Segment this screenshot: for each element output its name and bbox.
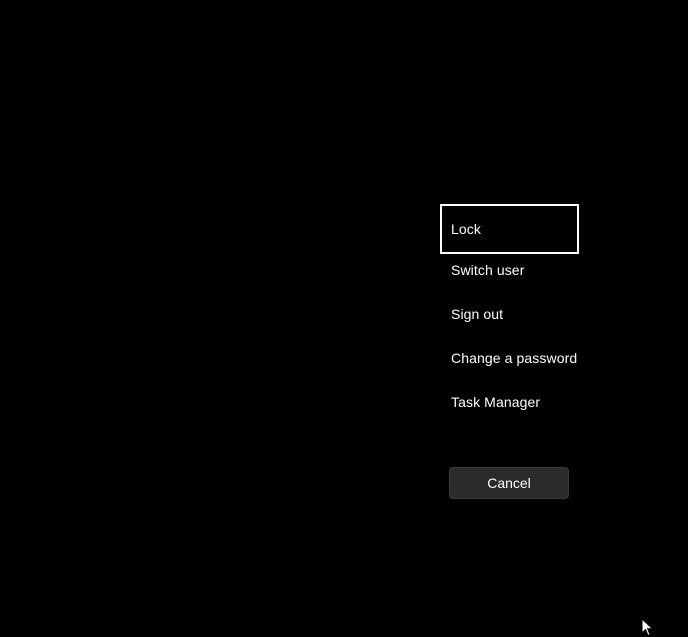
switch-user-option[interactable]: Switch user <box>440 248 579 292</box>
task-manager-option[interactable]: Task Manager <box>440 380 579 424</box>
ctrl-alt-del-screen: Lock Switch user Sign out Change a passw… <box>0 0 688 637</box>
change-password-option-label: Change a password <box>451 350 578 366</box>
sign-out-option[interactable]: Sign out <box>440 292 579 336</box>
mouse-pointer-icon <box>641 618 654 637</box>
sign-out-option-label: Sign out <box>451 306 504 322</box>
switch-user-option-label: Switch user <box>451 262 525 278</box>
lock-option-label: Lock <box>451 221 481 237</box>
cancel-button-label: Cancel <box>487 475 531 491</box>
security-options-menu: Lock Switch user Sign out Change a passw… <box>440 204 579 424</box>
cancel-button[interactable]: Cancel <box>449 467 569 499</box>
lock-option[interactable]: Lock <box>440 204 579 254</box>
change-password-option[interactable]: Change a password <box>440 336 579 380</box>
task-manager-option-label: Task Manager <box>451 394 541 410</box>
